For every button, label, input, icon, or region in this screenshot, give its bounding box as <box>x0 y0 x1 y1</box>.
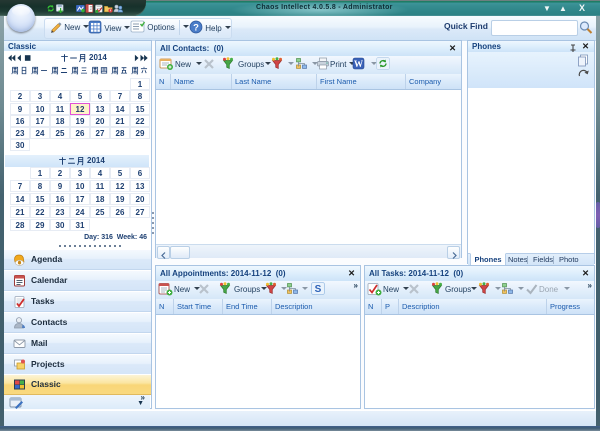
svg-text:W: W <box>354 59 363 69</box>
svg-text:?: ? <box>193 23 199 34</box>
svg-text:S: S <box>315 284 322 295</box>
